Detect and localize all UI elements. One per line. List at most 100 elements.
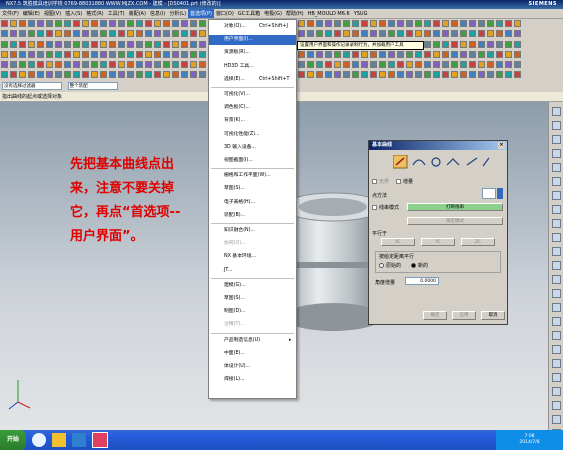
- resource-tab-icon[interactable]: [551, 107, 561, 116]
- toolbar-tool-icon[interactable]: [127, 71, 134, 78]
- toolbar-tool-icon[interactable]: [118, 61, 125, 68]
- toolbar-tool-icon[interactable]: [343, 51, 350, 58]
- toolbar-tool-icon[interactable]: [118, 30, 125, 37]
- toolbar-tool-icon[interactable]: [55, 51, 62, 58]
- toolbar-tool-icon[interactable]: [397, 71, 404, 78]
- unbounded-checkbox[interactable]: [372, 179, 377, 184]
- toolbar-tool-icon[interactable]: [82, 61, 89, 68]
- toolbar-tool-icon[interactable]: [388, 51, 395, 58]
- toolbar-tool-icon[interactable]: [64, 71, 71, 78]
- toolbar-tool-icon[interactable]: [334, 51, 341, 58]
- menubar-item[interactable]: YSUG: [352, 9, 370, 18]
- toolbar-tool-icon[interactable]: [487, 41, 494, 48]
- toolbar-tool-icon[interactable]: [181, 20, 188, 27]
- toolbar-tool-icon[interactable]: [487, 20, 494, 27]
- toolbar-tool-icon[interactable]: [298, 30, 305, 37]
- toolbar-tool-icon[interactable]: [82, 30, 89, 37]
- toolbar-tool-icon[interactable]: [37, 41, 44, 48]
- toolbar-tool-icon[interactable]: [19, 30, 26, 37]
- angle-increment-field[interactable]: 0.0000: [405, 277, 439, 285]
- toolbar-tool-icon[interactable]: [406, 30, 413, 37]
- toolbar-tool-icon[interactable]: [46, 71, 53, 78]
- close-icon[interactable]: ×: [498, 142, 505, 149]
- edit-tool-icon[interactable]: [482, 157, 490, 167]
- menu-item[interactable]: 资源板(R)...: [209, 48, 296, 58]
- toolbar-tool-icon[interactable]: [73, 51, 80, 58]
- menu-item[interactable]: JT...: [209, 266, 296, 276]
- toolbar-tool-icon[interactable]: [343, 30, 350, 37]
- start-button[interactable]: 开始: [0, 430, 26, 450]
- toolbar-tool-icon[interactable]: [415, 71, 422, 78]
- toolbar-tool-icon[interactable]: [46, 30, 53, 37]
- toolbar-tool-icon[interactable]: [298, 71, 305, 78]
- resource-tab-icon[interactable]: [551, 135, 561, 144]
- toolbar-tool-icon[interactable]: [370, 61, 377, 68]
- toolbar-tool-icon[interactable]: [433, 41, 440, 48]
- toolbar-tool-icon[interactable]: [352, 51, 359, 58]
- toolbar-tool-icon[interactable]: [460, 30, 467, 37]
- quicklaunch-icon[interactable]: [52, 433, 66, 447]
- toolbar-tool-icon[interactable]: [442, 30, 449, 37]
- chevron-down-icon[interactable]: [497, 188, 503, 199]
- toolbar-tool-icon[interactable]: [487, 71, 494, 78]
- resource-tab-icon[interactable]: [551, 219, 561, 228]
- toolbar-tool-icon[interactable]: [64, 30, 71, 37]
- yc-button[interactable]: YC: [421, 238, 455, 246]
- toolbar-tool-icon[interactable]: [397, 20, 404, 27]
- toolbar-tool-icon[interactable]: [163, 41, 170, 48]
- string-mode-checkbox[interactable]: [372, 205, 377, 210]
- menubar-item[interactable]: 编辑(E): [21, 9, 42, 18]
- menubar-item[interactable]: 帮助(H): [284, 9, 306, 18]
- trim-tool-icon[interactable]: [466, 157, 478, 166]
- toolbar-tool-icon[interactable]: [37, 51, 44, 58]
- toolbar-tool-icon[interactable]: [307, 20, 314, 27]
- toolbar-tool-icon[interactable]: [388, 71, 395, 78]
- toolbar-tool-icon[interactable]: [316, 61, 323, 68]
- toolbar-tool-icon[interactable]: [91, 71, 98, 78]
- toolbar-tool-icon[interactable]: [73, 61, 80, 68]
- toolbar-tool-icon[interactable]: [91, 41, 98, 48]
- menu-item[interactable]: 可视化(V)...: [209, 90, 296, 100]
- toolbar-tool-icon[interactable]: [316, 30, 323, 37]
- toolbar-tool-icon[interactable]: [127, 20, 134, 27]
- nx-app-button[interactable]: [92, 432, 108, 448]
- toolbar-tool-icon[interactable]: [361, 51, 368, 58]
- menu-item[interactable]: 栅格和工作平面(W)...: [209, 171, 296, 181]
- toolbar-tool-icon[interactable]: [100, 41, 107, 48]
- toolbar-tool-icon[interactable]: [460, 20, 467, 27]
- menubar-item[interactable]: HB_MOULD M6.6: [306, 9, 352, 18]
- toolbar-tool-icon[interactable]: [19, 20, 26, 27]
- toolbar-tool-icon[interactable]: [514, 61, 521, 68]
- toolbar-tool-icon[interactable]: [46, 41, 53, 48]
- resource-tab-icon[interactable]: [551, 121, 561, 130]
- toolbar-tool-icon[interactable]: [505, 20, 512, 27]
- toolbar-tool-icon[interactable]: [505, 41, 512, 48]
- toolbar-tool-icon[interactable]: [370, 30, 377, 37]
- toolbar-tool-icon[interactable]: [388, 30, 395, 37]
- toolbar-tool-icon[interactable]: [154, 30, 161, 37]
- toolbar-tool-icon[interactable]: [514, 30, 521, 37]
- toolbar-tool-icon[interactable]: [496, 30, 503, 37]
- toolbar-tool-icon[interactable]: [451, 41, 458, 48]
- cancel-button[interactable]: 取消: [481, 311, 505, 320]
- toolbar-tool-icon[interactable]: [298, 61, 305, 68]
- toolbar-tool-icon[interactable]: [91, 51, 98, 58]
- toolbar-tool-icon[interactable]: [325, 30, 332, 37]
- menu-item[interactable]: 可视化性能(Z)...: [209, 130, 296, 140]
- toolbar-tool-icon[interactable]: [172, 51, 179, 58]
- toolbar-tool-icon[interactable]: [1, 41, 8, 48]
- toolbar-tool-icon[interactable]: [307, 51, 314, 58]
- toolbar-tool-icon[interactable]: [145, 30, 152, 37]
- menubar-item[interactable]: 格式(R): [84, 9, 105, 18]
- toolbar-tool-icon[interactable]: [199, 41, 206, 48]
- increment-checkbox[interactable]: [396, 179, 401, 184]
- toolbar-tool-icon[interactable]: [118, 41, 125, 48]
- toolbar-tool-icon[interactable]: [82, 71, 89, 78]
- toolbar-tool-icon[interactable]: [505, 71, 512, 78]
- toolbar-tool-icon[interactable]: [82, 51, 89, 58]
- toolbar-tool-icon[interactable]: [28, 71, 35, 78]
- toolbar-tool-icon[interactable]: [172, 61, 179, 68]
- toolbar-tool-icon[interactable]: [10, 30, 17, 37]
- toolbar-tool-icon[interactable]: [298, 51, 305, 58]
- toolbar-tool-icon[interactable]: [118, 51, 125, 58]
